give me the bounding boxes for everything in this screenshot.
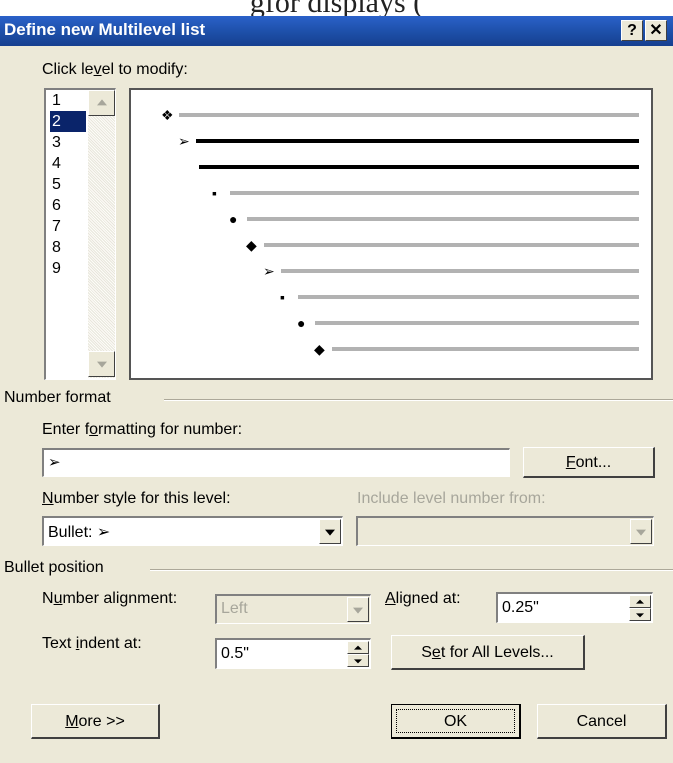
preview-bullet: ➢ [178,133,190,149]
level-item-4[interactable]: 4 [50,153,86,174]
more-button[interactable]: More >> [31,704,160,739]
level-item-8[interactable]: 8 [50,237,86,258]
formatting-value: ➢ [48,454,61,471]
aligned-at-down-button[interactable] [629,608,651,621]
ok-button[interactable]: OK [391,704,521,739]
number-style-dropdown-button[interactable] [319,519,341,544]
preview-line [199,165,639,169]
enter-formatting-label: Enter formatting for number: [42,421,243,438]
include-level-select[interactable] [356,516,654,546]
preview-bullet: ➢ [263,263,275,279]
preview-bullet: ● [297,315,306,331]
cancel-button[interactable]: Cancel [537,704,667,739]
text-indent-spinbox[interactable]: 0.5" [215,638,371,669]
include-level-dropdown-button[interactable] [630,519,652,544]
set-for-all-levels-button[interactable]: Set for All Levels... [391,635,585,670]
close-button[interactable]: ✕ [645,20,667,41]
text-indent-value: 0.5" [221,645,249,662]
arrow-up-icon [96,99,107,106]
question-icon: ? [627,22,637,39]
aligned-at-value: 0.25" [502,599,539,616]
scroll-down-button[interactable] [88,351,115,377]
preview-line [230,191,639,195]
arrow-up-icon [354,645,362,650]
close-icon: ✕ [649,22,663,39]
level-item-5[interactable]: 5 [50,174,86,195]
level-listbox[interactable]: 123456789 [44,88,116,380]
level-item-3[interactable]: 3 [50,132,86,153]
click-level-label: Click level to modify: [42,61,188,78]
bullet-position-separator [150,569,673,571]
text-indent-down-button[interactable] [347,654,369,667]
preview-line [179,113,639,117]
listbox-scrollbar[interactable] [88,90,115,378]
level-item-9[interactable]: 9 [50,258,86,279]
preview-bullet: ● [229,211,238,227]
number-style-select[interactable]: Bullet: ➢ [42,516,343,546]
preview-line [264,243,639,247]
preview-bullet: ◆ [314,341,325,357]
level-item-6[interactable]: 6 [50,195,86,216]
preview-line [332,347,639,351]
level-preview: ❖ ➢ ▪ ● ◆ ➢ ▪ ● ◆ [129,88,653,380]
ok-focus-rect [396,709,515,733]
number-alignment-dropdown-button[interactable] [347,597,369,622]
text-indent-label: Text indent at: [42,635,142,652]
arrow-down-icon [96,361,107,368]
number-alignment-select[interactable]: Left [215,594,371,624]
arrow-down-icon [636,612,644,617]
preview-bullet: ▪ [280,289,285,305]
preview-bullet: ◆ [246,237,257,253]
chevron-down-icon [636,529,646,536]
level-item-1[interactable]: 1 [50,90,86,111]
number-style-label: Number style for this level: [42,490,231,507]
preview-bullet: ▪ [212,185,217,201]
background-document-text: gfor displays ( [0,0,673,16]
chevron-down-icon [353,607,363,614]
bullet-position-group-label: Bullet position [4,559,104,576]
aligned-at-up-button[interactable] [629,595,651,608]
level-item-2[interactable]: 2 [50,111,86,132]
formatting-input[interactable]: ➢ [42,448,510,477]
preview-line [196,139,639,143]
level-item-7[interactable]: 7 [50,216,86,237]
number-style-value: Bullet: ➢ [48,524,111,541]
dialog-title: Define new Multilevel list [4,20,206,39]
number-format-separator [164,399,673,401]
include-level-label: Include level number from: [357,490,546,507]
preview-bullet: ❖ [161,107,174,123]
chevron-down-icon [325,529,335,536]
number-format-group-label: Number format [4,389,111,406]
preview-line [247,217,639,221]
number-alignment-label: Number alignment: [42,590,178,607]
dialog-titlebar: Define new Multilevel list ? ✕ [0,16,673,46]
font-button[interactable]: Font... [523,447,655,478]
preview-line [298,295,639,299]
scroll-up-button[interactable] [88,90,115,116]
number-alignment-value: Left [221,600,248,617]
define-multilevel-list-dialog: Define new Multilevel list ? ✕ Click lev… [0,16,673,763]
help-button[interactable]: ? [621,20,643,41]
arrow-down-icon [354,658,362,663]
preview-line [315,321,639,325]
arrow-up-icon [636,599,644,604]
cancel-label: Cancel [576,713,627,730]
preview-line [281,269,639,273]
text-indent-up-button[interactable] [347,641,369,654]
aligned-at-label: Aligned at: [385,590,461,607]
aligned-at-spinbox[interactable]: 0.25" [496,592,653,623]
